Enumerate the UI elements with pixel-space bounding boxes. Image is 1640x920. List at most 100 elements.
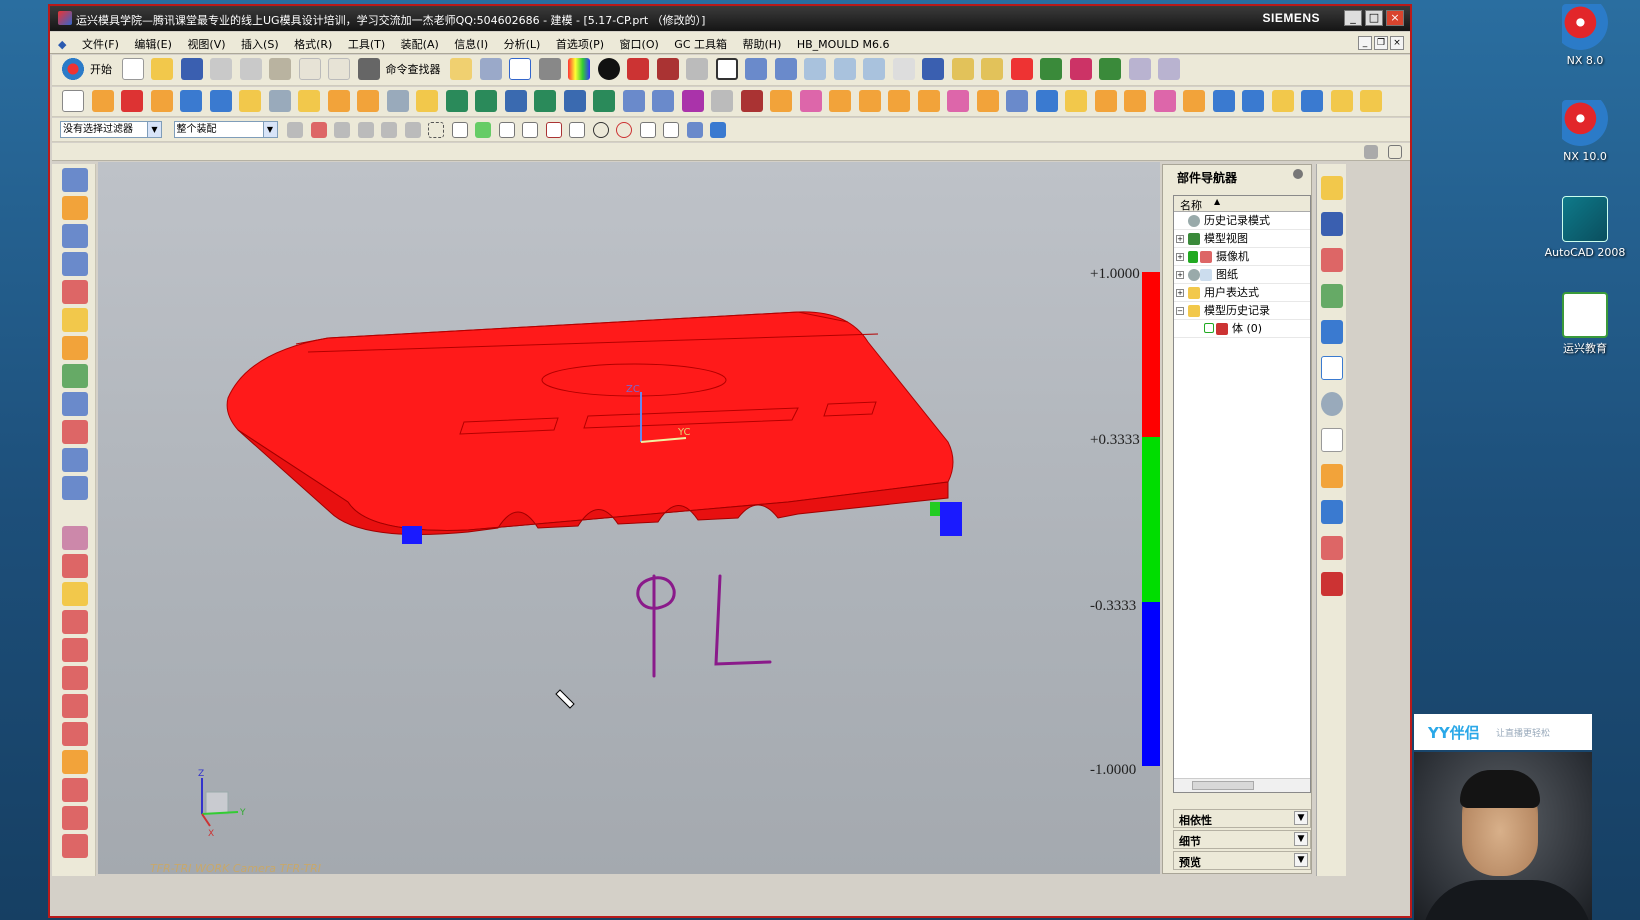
chevron-down-icon[interactable]: ▼ [1294,832,1308,846]
save-icon[interactable] [180,58,203,80]
feature-selection-icon[interactable] [310,121,327,138]
restore-layout-icon[interactable] [1388,145,1402,159]
process-studio-icon[interactable] [1321,428,1343,452]
selection-scope-select[interactable]: 整个装配 ▼ [173,121,278,138]
cut-icon[interactable] [210,58,232,80]
snap-center-icon[interactable] [592,121,609,138]
general-selection-icon[interactable] [287,121,303,138]
roles-icon[interactable] [1321,464,1343,488]
command-finder-icon[interactable] [357,58,380,80]
mold-tools-icon[interactable] [62,722,88,746]
clock-icon[interactable] [1321,392,1343,416]
close-button[interactable]: × [1386,10,1404,26]
menu-help[interactable]: 帮助(H) [737,32,788,52]
expand-icon[interactable]: + [1176,289,1184,297]
desktop-icon-nx10[interactable]: NX 10.0 [1540,100,1630,164]
mdi-restore-button[interactable]: ❐ [1374,36,1388,50]
expand-icon[interactable]: + [1176,235,1184,243]
standard-parts-icon[interactable] [62,806,88,830]
dependencies-panel[interactable]: 相依性 ▼ [1173,809,1311,828]
command-finder-button[interactable]: 命令查找器 [386,61,441,77]
menu-tools[interactable]: 工具(T) [342,32,391,52]
snap-existing-point-icon[interactable] [639,121,656,138]
snap-on-curve-icon[interactable] [663,121,679,138]
desktop-icon-yunxing[interactable]: 运兴教育 [1540,292,1630,356]
undo-icon[interactable] [298,58,321,80]
history-icon[interactable] [1321,356,1343,380]
menu-insert[interactable]: 插入(S) [235,32,285,52]
preview-panel[interactable]: 预览 ▼ [1173,851,1311,870]
mold-csys-icon[interactable] [62,582,88,606]
select-face-icon[interactable] [381,121,397,138]
family-mold-icon[interactable] [62,694,88,718]
replace-face-icon[interactable] [740,90,763,112]
system-scenes-icon[interactable] [1321,500,1343,524]
mold-library-icon[interactable] [1321,572,1343,596]
tree-horizontal-scrollbar[interactable] [1174,778,1310,792]
mold-tool-icon[interactable] [1128,58,1151,80]
unite-icon[interactable] [445,90,468,112]
block-icon[interactable] [1094,90,1117,112]
snap-pole-icon[interactable] [710,121,726,138]
mold-tool2-icon[interactable] [1158,58,1180,80]
n-sided-icon[interactable] [976,90,999,112]
curvature-icon[interactable] [1069,58,1092,80]
web-browser-icon[interactable] [1321,320,1343,344]
mdi-minimize-button[interactable]: _ [1358,36,1372,50]
menu-window[interactable]: 窗口(O) [614,32,665,52]
background-icon[interactable] [715,58,738,80]
wcs-icon[interactable] [892,58,915,80]
trim-sheet-icon[interactable] [62,364,88,388]
sketch-icon[interactable] [62,90,84,112]
cylinder-icon[interactable] [1065,90,1087,112]
minimize-button[interactable]: _ [1344,10,1362,26]
expand-icon[interactable]: + [1176,253,1184,261]
mirror-icon[interactable] [593,90,615,112]
render-style-icon[interactable] [538,58,561,80]
menu-information[interactable]: 信息(I) [448,32,494,52]
parting-icon[interactable] [62,750,88,774]
arc-icon[interactable] [1330,90,1353,112]
label-chamfer-icon[interactable] [917,90,940,112]
menu-view[interactable]: 视图(V) [181,32,231,52]
offset-face-icon[interactable] [298,90,320,112]
chevron-down-icon[interactable]: ▼ [1294,853,1308,867]
sphere-icon[interactable] [1124,90,1146,112]
surface-grid-icon[interactable] [62,252,88,276]
assembly-navigator-icon[interactable] [1321,176,1343,200]
view-triad-icon[interactable] [745,58,767,80]
resize-blend-icon[interactable] [888,90,910,112]
face-analysis-icon[interactable] [568,58,590,80]
extract-icon[interactable] [652,90,674,112]
tree-item-model-history[interactable]: − 模型历史记录 [1174,302,1310,320]
workpiece-icon[interactable] [62,638,88,662]
undo-select-icon[interactable] [334,121,350,138]
intersect-icon[interactable] [504,90,527,112]
wcs-orient-icon[interactable] [863,58,885,80]
revolve-icon[interactable] [121,90,143,112]
spline-icon[interactable] [1360,90,1382,112]
box-icon[interactable] [1035,90,1058,112]
mold-base-icon[interactable] [62,778,88,802]
check-geometry-icon[interactable] [1099,58,1121,80]
constraint-navigator-icon[interactable] [1321,212,1343,236]
datum-axis-icon[interactable] [1212,90,1235,112]
snap-midpoint-icon[interactable] [522,121,538,138]
measure-angle-icon[interactable] [981,58,1003,80]
select-body-icon[interactable] [357,121,374,138]
pattern-icon[interactable] [622,90,645,112]
delete-face-icon[interactable] [829,90,851,112]
tree-item-cameras[interactable]: + 摄像机 [1174,248,1310,266]
ejector-icon[interactable] [62,834,88,858]
through-curves-icon[interactable] [947,90,969,112]
graphics-window[interactable]: ZC YC PL Z Y X +1.0000 +0.3333 -0.3333 -… [98,162,1160,874]
cone-icon[interactable] [1153,90,1176,112]
cavity-layout-icon[interactable] [62,666,88,690]
draft-icon[interactable] [327,90,350,112]
copy-icon[interactable] [239,58,262,80]
desktop-icon-nx8[interactable]: NX 8.0 [1540,4,1630,68]
selection-icon[interactable] [450,58,472,80]
menu-hb-mould[interactable]: HB_MOULD M6.6 [791,34,896,51]
sew-icon[interactable] [681,90,704,112]
tree-item-model-views[interactable]: + 模型视图 [1174,230,1310,248]
